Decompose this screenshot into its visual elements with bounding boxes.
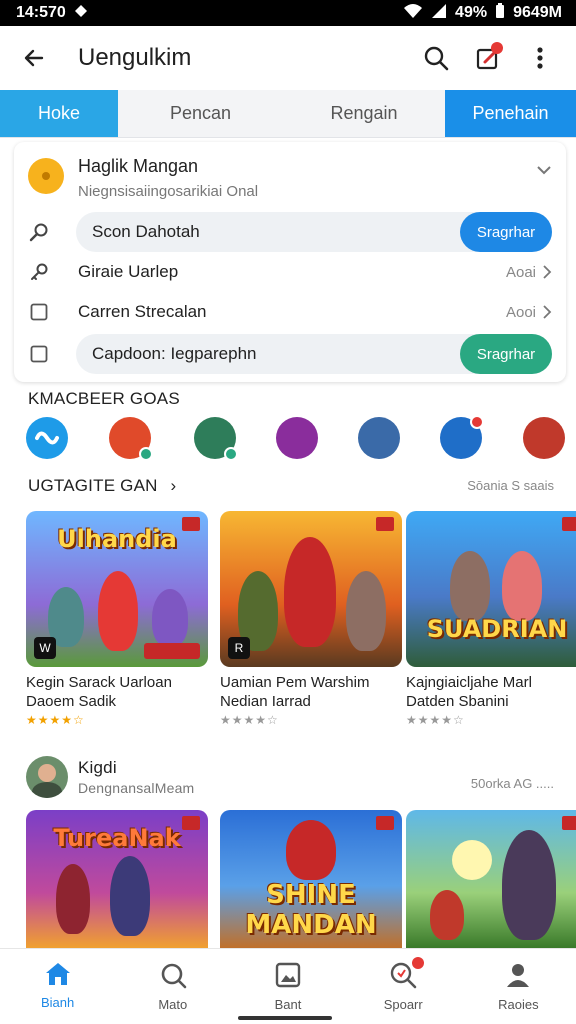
back-button[interactable]	[16, 40, 52, 76]
rating-stars: ★★★★☆	[220, 713, 279, 727]
option-label: Giraie Uarlep	[78, 262, 179, 281]
game-logo: Ulhandia	[57, 525, 177, 553]
app-avatar[interactable]	[109, 417, 153, 461]
notification-badge	[491, 42, 503, 54]
game-logo: SHINE MANDAN	[245, 880, 377, 940]
section-title-profile: Kigdi	[78, 758, 117, 777]
arrow-left-icon	[24, 49, 44, 67]
avatar[interactable]	[26, 756, 68, 798]
app-avatar[interactable]	[358, 417, 400, 459]
tab-hoke[interactable]: Hoke	[0, 90, 118, 137]
home-icon	[45, 963, 70, 985]
bottom-navigation: Bianh Mato Bant Spoarr Raoies	[0, 948, 576, 1024]
page-title: Uengulkim	[78, 44, 192, 71]
signal-icon	[431, 3, 447, 24]
tab-bar: Hoke Pencan Rengain Penehain	[0, 90, 576, 138]
checkbox-icon[interactable]	[28, 343, 50, 365]
game-title[interactable]: Kegin Sarack Uarloan Daoem Sadik	[26, 673, 206, 711]
search-icon	[424, 46, 449, 71]
chevron-right-icon	[543, 305, 552, 319]
section-see-all[interactable]: 50orka AG .....	[471, 776, 554, 791]
option-label: Carren Strecalan	[78, 302, 207, 321]
battery-icon	[495, 2, 505, 24]
option-action-button[interactable]: Sragrhar	[460, 334, 552, 374]
battery-percent: 49%	[455, 4, 488, 21]
game-title[interactable]: Uamian Pem Warshim Nedian Iarrad	[220, 673, 400, 711]
chevron-right-icon	[543, 265, 552, 279]
checkbox-icon[interactable]	[28, 301, 50, 323]
key-icon	[28, 261, 50, 283]
game-tile[interactable]	[406, 810, 576, 948]
rating-stars: ★★★★☆	[406, 713, 465, 727]
option-value: Aooi	[505, 303, 536, 321]
card-subtitle: Niegnsisaiingosarikiai Onal	[78, 183, 259, 200]
app-avatar[interactable]	[440, 415, 484, 459]
search-icon	[161, 963, 187, 989]
status-bar: 14:570 49% 9649M	[0, 0, 576, 26]
game-logo: TureaNak	[53, 824, 181, 852]
card-title: Haglik Mangan	[78, 156, 199, 176]
app-bar: Uengulkim	[0, 26, 576, 90]
chevron-down-icon[interactable]	[536, 162, 552, 178]
status-right-text: 9649M	[513, 4, 562, 21]
card-header[interactable]: Haglik Mangan Niegnsisaiingosarikiai Ona…	[14, 142, 566, 208]
game-tile[interactable]: SHINE MANDAN	[220, 810, 402, 948]
game-logo: SUADRIAN	[426, 615, 568, 643]
section-see-all[interactable]: Sōania S saais	[467, 478, 554, 493]
game-tile[interactable]: SUADRIAN	[406, 511, 576, 667]
status-time: 14:570	[16, 4, 66, 21]
section-title-featured: KMACBEER GOAS	[28, 389, 180, 408]
nav-gallery[interactable]: Bant	[230, 949, 345, 1024]
filter-card: Haglik Mangan Niegnsisaiingosarikiai Ona…	[14, 142, 566, 382]
chevron-right-icon: ›	[170, 476, 177, 495]
brand-icon: R	[228, 637, 250, 659]
card-row-option-2[interactable]: Carren Strecalan Aooi	[28, 292, 552, 332]
search-button[interactable]	[416, 38, 456, 78]
tab-penehain[interactable]: Penehain	[445, 90, 576, 137]
game-title[interactable]: Kajngiaicljahe Marl Datden Sbanini	[406, 673, 566, 711]
nav-profile[interactable]: Raoies	[461, 949, 576, 1024]
rating-stars: ★★★★☆	[26, 713, 85, 727]
tab-rengain[interactable]: Rengain	[283, 90, 445, 137]
image-icon	[275, 962, 301, 988]
search-icon	[28, 221, 50, 243]
notification-badge	[411, 957, 424, 969]
navigation-icon	[74, 4, 88, 23]
game-tile[interactable]: R	[220, 511, 402, 667]
more-options-button[interactable]	[520, 38, 560, 78]
game-tile[interactable]: Ulhandia W	[26, 511, 208, 667]
option-value: Aoai	[505, 263, 536, 281]
card-row-option-3: Capdoon: Iegparephn Sragrhar	[28, 334, 552, 374]
more-vertical-icon	[537, 47, 543, 69]
card-row-search: Scon Dahotah Sragrhar	[28, 212, 552, 252]
app-avatar-row	[26, 415, 566, 461]
search-action-button[interactable]: Sragrhar	[460, 212, 552, 252]
home-indicator[interactable]	[238, 1016, 332, 1020]
profile-icon	[507, 964, 530, 987]
wifi-icon	[403, 3, 423, 24]
app-avatar[interactable]	[26, 417, 68, 459]
brand-icon: W	[34, 637, 56, 659]
sun-icon	[28, 158, 64, 194]
game-tile[interactable]: TureaNak	[26, 810, 208, 948]
nav-search[interactable]: Mato	[115, 949, 230, 1024]
nav-home[interactable]: Bianh	[0, 949, 115, 1024]
section-title-games[interactable]: UGTAGITE GAN ›	[28, 476, 176, 496]
tab-pencan[interactable]: Pencan	[118, 90, 283, 137]
section-subtitle-profile: DengnansalMeam	[78, 780, 195, 796]
app-avatar[interactable]	[194, 417, 238, 461]
app-avatar[interactable]	[523, 417, 565, 459]
card-row-option-1[interactable]: Giraie Uarlep Aoai	[28, 252, 552, 292]
app-avatar[interactable]	[276, 417, 318, 459]
nav-messages[interactable]: Spoarr	[346, 949, 461, 1024]
compose-button[interactable]	[468, 38, 508, 78]
